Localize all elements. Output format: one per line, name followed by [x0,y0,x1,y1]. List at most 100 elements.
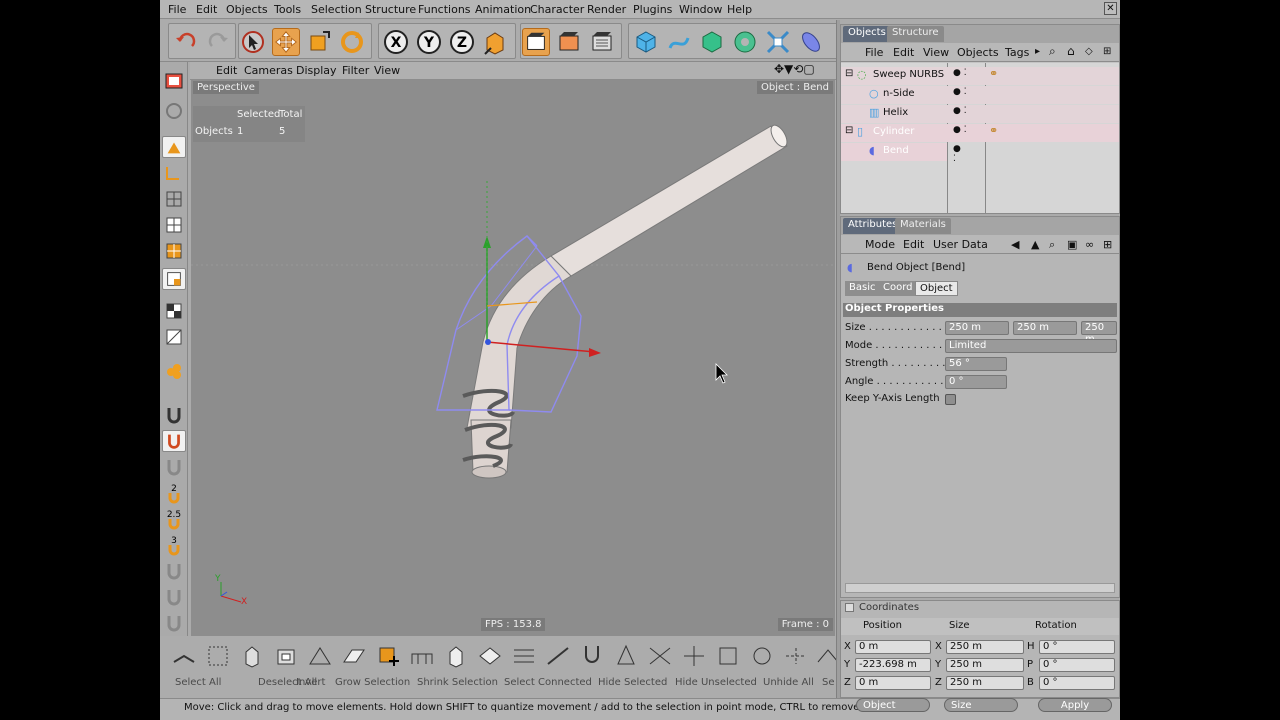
om-more-arrow-icon[interactable]: ▸ [1035,46,1040,57]
snap-edges-icon[interactable] [162,586,186,608]
cmd-unhide-all[interactable]: Unhide All [763,677,814,688]
edge-cut-icon[interactable] [544,642,572,670]
size-x-field[interactable]: 250 m [945,321,1009,335]
angle-field[interactable]: 0 ° [945,375,1007,389]
om-home-icon[interactable]: ⌂ [1067,44,1075,58]
close-polygon-hole-icon[interactable] [476,642,504,670]
visibility-dots-icon[interactable]: ● ⁚ [953,68,967,78]
snap-3d-icon[interactable]: 3 [162,534,186,556]
om-new-window-icon[interactable]: ⊞ [1103,46,1111,57]
viewport-menu-display[interactable]: Display [296,64,337,77]
menu-plugins[interactable]: Plugins [633,3,672,16]
viewport-menu-edit[interactable]: Edit [216,64,237,77]
y-axis-lock-icon[interactable]: Y [415,28,443,56]
om-menu-tags[interactable]: Tags [1005,46,1029,59]
menu-help[interactable]: Help [727,3,752,16]
x-axis-lock-icon[interactable]: X [382,28,410,56]
list-item[interactable]: ○ n-Side ● ⁚ [841,86,1119,104]
tab-structure[interactable]: Structure [887,26,944,42]
live-selection-icon[interactable] [239,28,267,56]
slide-icon[interactable] [714,642,742,670]
list-item[interactable]: ▥ Helix ● ⁚ [841,105,1119,123]
snap-polygons-icon[interactable] [162,612,186,634]
viewport-nav-icons[interactable]: ✥▼⟲▢ [774,62,815,76]
object-name[interactable]: n-Side [883,88,915,99]
position-x-field[interactable]: 0 m [855,640,931,654]
cube-icon[interactable] [632,28,660,56]
use-model-mode-icon[interactable] [162,136,186,158]
coordinate-system-icon[interactable] [481,28,509,56]
mode-dropdown[interactable]: Limited [945,339,1117,353]
iron-icon[interactable] [782,642,810,670]
menu-tools[interactable]: Tools [274,3,301,16]
menu-file[interactable]: File [168,3,186,16]
object-name[interactable]: Sweep NURBS [873,69,944,80]
menu-character[interactable]: Character [530,3,584,16]
spline-icon[interactable] [665,28,693,56]
cmd-select-connected[interactable]: Select Connected [504,677,592,688]
cmd-hide-unselected[interactable]: Hide Unselected [675,677,757,688]
weld-icon[interactable] [646,642,674,670]
attribute-scrollbar[interactable] [845,583,1115,593]
set-point-value-icon[interactable] [680,642,708,670]
menu-functions[interactable]: Functions [418,3,471,16]
tweak-icon[interactable] [162,326,186,348]
tab-attributes[interactable]: Attributes [843,218,903,234]
tag-icon[interactable]: ⚭ [989,124,998,137]
extrude-inner-icon[interactable] [272,642,300,670]
lock-icon[interactable]: ▣ [1067,238,1077,251]
om-menu-edit[interactable]: Edit [893,46,914,59]
rotation-p-field[interactable]: 0 ° [1039,658,1115,672]
scene-icon[interactable] [764,28,792,56]
menu-selection[interactable]: Selection [311,3,362,16]
keep-y-checkbox[interactable] [945,394,956,405]
cmd-shrink-selection[interactable]: Shrink Selection [417,677,498,688]
rotation-b-field[interactable]: 0 ° [1039,676,1115,690]
menu-objects[interactable]: Objects [226,3,268,16]
cmd-more[interactable]: Se [822,677,835,688]
size-x-field[interactable]: 250 m [946,640,1024,654]
om-eye-icon[interactable]: ◇ [1085,46,1093,57]
om-menu-objects[interactable]: Objects [957,46,999,59]
animation-icon[interactable] [162,360,186,382]
cmd-invert[interactable]: Invert [296,677,325,688]
visibility-dots-icon[interactable]: ● ⁚ [953,125,967,135]
size-y-field[interactable]: 250 m [1013,321,1077,335]
snap-icon[interactable] [162,404,186,426]
enable-axis-icon[interactable] [162,300,186,322]
mirror-icon[interactable] [612,642,640,670]
stitch-and-sew-icon[interactable] [748,642,776,670]
cmd-select-all[interactable]: Select All [175,677,221,688]
om-search-icon[interactable]: ⌕ [1049,44,1056,59]
size-z-field[interactable]: 250 m [1081,321,1117,345]
size-mode-dropdown[interactable]: Size [944,698,1018,712]
list-item[interactable]: ⊟ ▯ Cylinder ● ⁚ ⚭ [841,124,1119,142]
use-model-tool-icon[interactable] [162,70,186,92]
knife-icon[interactable] [170,642,198,670]
visibility-dots-icon[interactable]: ● ⁚ [953,144,961,164]
menu-window[interactable]: Window [679,3,722,16]
viewport-menu-view[interactable]: View [374,64,400,77]
object-name[interactable]: Helix [883,107,908,118]
position-z-field[interactable]: 0 m [855,676,931,690]
size-y-field[interactable]: 250 m [946,658,1024,672]
subtab-basic[interactable]: Basic [845,281,880,296]
polygons-tool-icon[interactable] [162,268,186,290]
viewport-menu-filter[interactable]: Filter [342,64,369,77]
size-z-field[interactable]: 250 m [946,676,1024,690]
coordinate-mode-dropdown[interactable]: Object [856,698,930,712]
am-menu-mode[interactable]: Mode [865,238,895,251]
om-menu-file[interactable]: File [865,46,883,59]
om-menu-view[interactable]: View [923,46,949,59]
bevel-icon[interactable] [204,642,232,670]
am-menu-edit[interactable]: Edit [903,238,924,251]
use-texture-tool-icon[interactable] [162,162,186,184]
array-icon[interactable] [731,28,759,56]
render-settings-icon[interactable] [588,28,616,56]
scale-icon[interactable] [305,28,333,56]
use-texture-axis-tool-icon[interactable] [162,188,186,210]
undo-icon[interactable] [172,28,200,56]
magnet-icon[interactable] [578,642,606,670]
new-window-icon[interactable]: ⊞ [1103,238,1112,251]
link-icon[interactable]: ∞ [1085,238,1094,251]
